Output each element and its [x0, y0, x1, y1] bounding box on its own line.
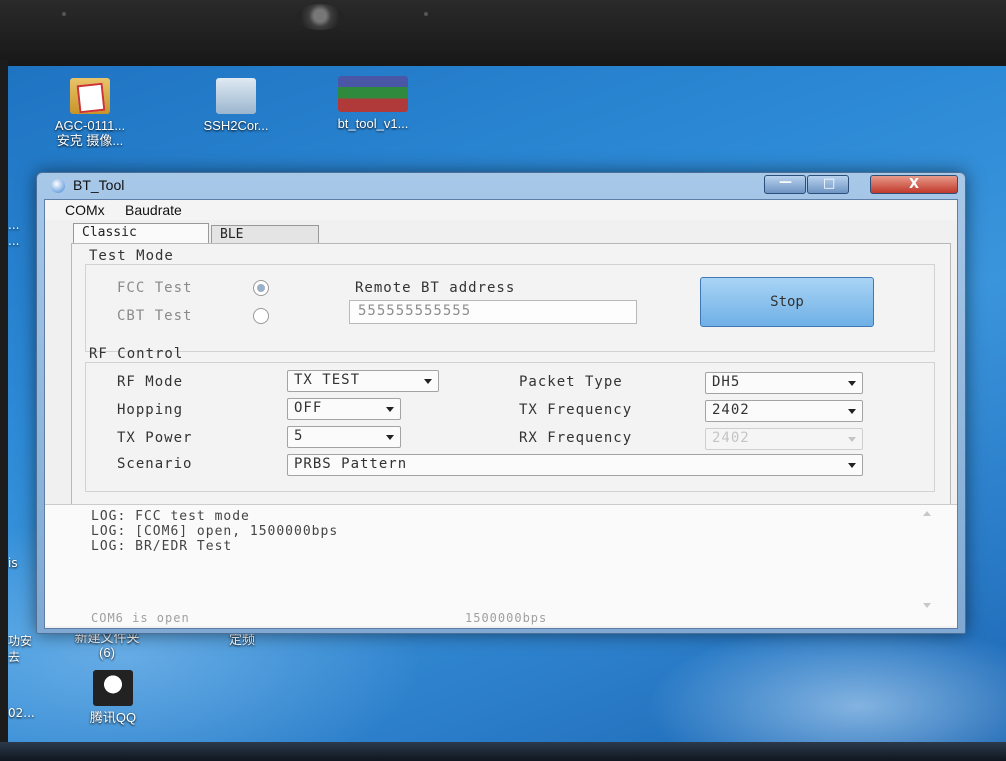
- desktop-icon-qq[interactable]: 腾讯QQ: [78, 670, 148, 725]
- tx-frequency-label: TX Frequency: [519, 402, 633, 418]
- scenario-dropdown[interactable]: PRBS Pattern: [287, 454, 863, 476]
- scenario-label: Scenario: [117, 456, 193, 472]
- scroll-down-arrow-icon[interactable]: [923, 603, 931, 608]
- stop-button[interactable]: Stop: [700, 277, 874, 327]
- tx-power-dropdown[interactable]: 5: [287, 426, 401, 448]
- remote-bt-address-input[interactable]: 555555555555: [349, 300, 637, 324]
- webcam: [296, 4, 344, 30]
- close-icon: X: [909, 177, 920, 192]
- desktop-icon-ssh2core[interactable]: SSH2Cor...: [188, 78, 284, 133]
- packet-type-dropdown[interactable]: DH5: [705, 372, 863, 394]
- rx-frequency-label: RX Frequency: [519, 430, 633, 446]
- hopping-dropdown[interactable]: OFF: [287, 398, 401, 420]
- log-line: LOG: BR/EDR Test: [91, 539, 233, 554]
- cbt-test-radio[interactable]: [253, 308, 269, 324]
- minimize-button[interactable]: —: [764, 175, 806, 194]
- edge-label: 02...: [8, 706, 35, 720]
- window-client: COMx Baudrate Classic BLE Test Mode FCC …: [44, 199, 958, 629]
- archive-icon: [338, 76, 408, 112]
- application-icon: [216, 78, 256, 114]
- edge-label: ...: [8, 218, 20, 232]
- bluetooth-app-icon: [51, 179, 65, 193]
- bt-tool-window: BT_Tool — □ X COMx Baudrate Classic BLE …: [36, 172, 966, 634]
- desktop-icon-label: bt_tool_v1...: [337, 116, 409, 131]
- desktop-icon-dingpin[interactable]: 定频: [212, 632, 272, 647]
- close-button[interactable]: X: [870, 175, 958, 194]
- tx-frequency-dropdown[interactable]: 2402: [705, 400, 863, 422]
- test-mode-heading: Test Mode: [89, 248, 174, 264]
- monitor-bezel-left: [0, 60, 8, 761]
- sensor-led: [424, 12, 428, 16]
- desktop-icon-new-folder[interactable]: 新建文件夹 (6): [62, 630, 152, 660]
- folder-icon: [70, 78, 110, 114]
- log-output[interactable]: LOG: FCC test mode LOG: [COM6] open, 150…: [45, 504, 957, 626]
- monitor-bezel: [0, 0, 1006, 70]
- desktop-icon-label: 定频: [228, 632, 255, 647]
- menu-comx[interactable]: COMx: [65, 202, 105, 218]
- tab-classic[interactable]: Classic: [73, 223, 209, 243]
- edge-label: 功安: [8, 634, 33, 648]
- desktop-icon-sublabel: (6): [99, 645, 115, 660]
- qq-penguin-icon: [93, 670, 133, 706]
- cbt-test-label: CBT Test: [117, 308, 193, 324]
- chevron-down-icon: [848, 463, 856, 468]
- tx-power-value: 5: [294, 428, 304, 444]
- fcc-test-radio[interactable]: [253, 280, 269, 296]
- fcc-test-label: FCC Test: [117, 280, 193, 296]
- scenario-value: PRBS Pattern: [294, 456, 408, 472]
- desktop-icon-label: SSH2Cor...: [203, 118, 269, 133]
- window-title: BT_Tool: [73, 177, 125, 193]
- chevron-down-icon: [386, 435, 394, 440]
- remote-bt-address-label: Remote BT address: [355, 280, 516, 296]
- rf-mode-value: TX TEST: [294, 372, 361, 388]
- desktop-icon-sublabel: 安克 摄像...: [56, 133, 124, 148]
- menu-bar: COMx Baudrate: [45, 200, 957, 220]
- packet-type-label: Packet Type: [519, 374, 623, 390]
- desktop-icon-agc[interactable]: AGC-0111... 安克 摄像...: [30, 78, 150, 148]
- rx-frequency-dropdown: 2402: [705, 428, 863, 450]
- tx-power-label: TX Power: [117, 430, 193, 446]
- hopping-value: OFF: [294, 400, 323, 416]
- status-port: COM6 is open: [91, 611, 190, 625]
- status-baudrate: 1500000bps: [465, 611, 548, 625]
- desktop-icon-label: 腾讯QQ: [89, 710, 137, 725]
- log-line: LOG: FCC test mode: [91, 509, 250, 524]
- menu-baudrate[interactable]: Baudrate: [125, 202, 182, 218]
- log-line: LOG: [COM6] open, 1500000bps: [91, 524, 339, 539]
- desktop-icon-bt-tool[interactable]: bt_tool_v1...: [320, 76, 426, 131]
- chevron-down-icon: [424, 379, 432, 384]
- rf-mode-dropdown[interactable]: TX TEST: [287, 370, 439, 392]
- chevron-down-icon: [848, 437, 856, 442]
- chevron-down-icon: [848, 409, 856, 414]
- title-bar[interactable]: BT_Tool — □ X: [37, 173, 965, 199]
- rf-mode-label: RF Mode: [117, 374, 184, 390]
- sensor-led: [62, 12, 66, 16]
- maximize-icon: □: [823, 176, 836, 191]
- desktop-icon-label: AGC-0111...: [54, 118, 126, 133]
- maximize-button[interactable]: □: [807, 175, 849, 194]
- tx-frequency-value: 2402: [712, 402, 750, 418]
- hopping-label: Hopping: [117, 402, 184, 418]
- edge-label: is: [8, 556, 18, 570]
- rf-control-heading: RF Control: [89, 346, 184, 362]
- rx-frequency-value: 2402: [712, 430, 750, 446]
- chevron-down-icon: [848, 381, 856, 386]
- edge-label: ...: [8, 234, 20, 248]
- minimize-icon: —: [779, 175, 792, 190]
- edge-label: 去: [8, 650, 21, 664]
- taskbar: [0, 742, 1006, 761]
- tab-ble[interactable]: BLE: [211, 225, 319, 243]
- chevron-down-icon: [386, 407, 394, 412]
- scroll-up-arrow-icon[interactable]: [923, 511, 931, 516]
- packet-type-value: DH5: [712, 374, 741, 390]
